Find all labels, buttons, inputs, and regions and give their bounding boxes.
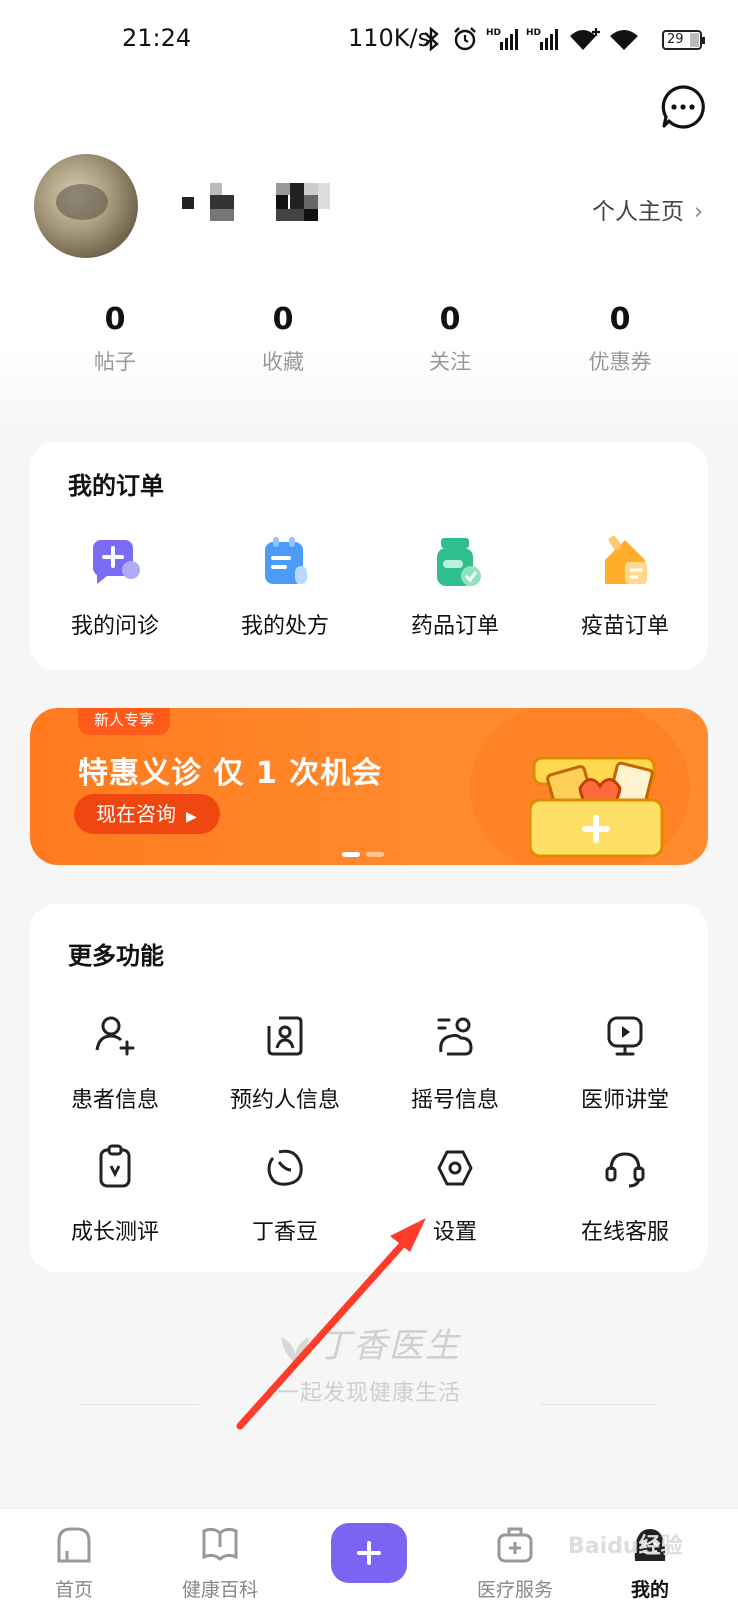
patient-info-icon <box>95 1016 135 1056</box>
signal-hd-icon: HD <box>486 28 518 50</box>
brand-logo-text: 丁香医生 <box>317 1326 461 1366</box>
svg-text:HD: HD <box>526 28 541 38</box>
more-functions-card: 更多功能 患者信息 预约人信息 摇号信息 医师讲堂 成长测评 丁香豆 设置 在线… <box>30 904 708 1272</box>
brand-footer: 丁香医生 一起发现健康生活 <box>0 1318 738 1407</box>
profile-stats: 0 帖子 0 收藏 0 关注 0 优惠券 <box>0 300 738 390</box>
tab-label: 健康百科 <box>181 1579 258 1600</box>
customer-service-icon <box>605 1152 645 1188</box>
doctor-lecture-icon <box>607 1016 643 1056</box>
consult-now-button[interactable]: 现在咨询 ▶ <box>74 794 220 834</box>
cta-label: 现在咨询 <box>96 802 176 826</box>
status-time: 21:24 <box>122 24 192 52</box>
status-bar: 21:24 110K/s HD HD 29 <box>0 18 738 62</box>
chevron-right-icon: › <box>694 199 704 225</box>
func-settings[interactable]: 设置 <box>370 1140 540 1246</box>
personal-homepage-link[interactable]: 个人主页 › <box>592 192 703 226</box>
func-patient-info[interactable]: 患者信息 <box>30 1008 200 1114</box>
battery-fill <box>690 33 699 47</box>
stat-label: 帖子 <box>94 350 136 374</box>
home-icon <box>57 1527 91 1563</box>
stat-coupons[interactable]: 0 优惠券 <box>560 300 680 376</box>
banner-title: 特惠义诊 仅 1 次机会 <box>78 756 383 791</box>
carousel-dot-active[interactable] <box>342 852 360 857</box>
stat-label: 优惠券 <box>588 350 652 374</box>
lottery-info-icon <box>437 1017 473 1056</box>
order-label: 药品订单 <box>410 614 499 639</box>
func-label: 摇号信息 <box>410 1088 499 1113</box>
plus-icon[interactable] <box>331 1523 407 1583</box>
vaccine-icon <box>605 535 647 584</box>
consult-icon <box>93 540 140 584</box>
func-doctor-lecture[interactable]: 医师讲堂 <box>540 1008 710 1114</box>
carousel-dot[interactable] <box>366 852 384 857</box>
growth-assessment-icon <box>99 1144 131 1188</box>
tab-label: 医疗服务 <box>476 1579 553 1600</box>
brand-slogan: 一起发现健康生活 <box>276 1381 461 1406</box>
medicine-icon <box>437 538 481 586</box>
func-appointment-person[interactable]: 预约人信息 <box>200 1008 370 1114</box>
settings-icon <box>437 1150 473 1186</box>
func-label: 预约人信息 <box>229 1088 340 1113</box>
medical-kit-illustration <box>530 756 664 858</box>
order-medicine[interactable]: 药品订单 <box>370 534 540 640</box>
network-speed: 110K/s <box>348 24 431 52</box>
func-label: 在线客服 <box>580 1220 669 1245</box>
encyclopedia-icon <box>202 1527 238 1561</box>
prescription-icon <box>265 537 307 584</box>
stat-label: 关注 <box>429 350 471 374</box>
order-consult[interactable]: 我的问诊 <box>30 534 200 640</box>
card-title: 我的订单 <box>68 472 164 500</box>
battery-indicator: 29 <box>662 30 705 50</box>
brand-logo: 丁香医生 <box>0 1318 738 1367</box>
home-link-label: 个人主页 <box>592 199 684 225</box>
stat-following[interactable]: 0 关注 <box>390 300 510 376</box>
order-label: 疫苗订单 <box>580 614 669 639</box>
promo-banner[interactable]: 新人专享 特惠义诊 仅 1 次机会 现在咨询 ▶ <box>30 708 708 865</box>
order-prescription[interactable]: 我的处方 <box>200 534 370 640</box>
func-label: 设置 <box>432 1220 477 1245</box>
banner-badge: 新人专享 <box>78 708 171 735</box>
wifi-icon <box>610 30 638 50</box>
stat-label: 收藏 <box>262 350 304 374</box>
battery-level: 29 <box>667 32 684 47</box>
watermark: Baidu经验 <box>568 1534 683 1559</box>
medical-service-icon <box>497 1527 533 1563</box>
avatar[interactable] <box>34 154 138 258</box>
appointment-person-icon <box>267 1016 303 1056</box>
stat-value: 0 <box>104 302 126 337</box>
svg-text:HD: HD <box>486 28 501 38</box>
wifi-plus-icon <box>570 28 600 50</box>
func-customer-service[interactable]: 在线客服 <box>540 1140 710 1246</box>
func-growth-assessment[interactable]: 成长测评 <box>30 1140 200 1246</box>
alarm-icon <box>454 27 476 51</box>
avatar-image <box>56 184 108 220</box>
clove-logo-icon <box>281 1336 309 1363</box>
func-clove-bean[interactable]: 丁香豆 <box>200 1140 370 1246</box>
stat-posts[interactable]: 0 帖子 <box>55 300 175 376</box>
stat-value: 0 <box>439 302 461 337</box>
tab-encyclopedia[interactable]: 健康百科 <box>170 1523 270 1600</box>
func-label: 医师讲堂 <box>580 1088 669 1113</box>
stat-value: 0 <box>272 302 294 337</box>
func-label: 成长测评 <box>70 1220 159 1245</box>
stat-favorites[interactable]: 0 收藏 <box>223 300 343 376</box>
order-label: 我的问诊 <box>70 614 159 639</box>
clove-bean-icon <box>267 1149 303 1186</box>
order-label: 我的处方 <box>240 614 329 639</box>
bluetooth-icon <box>424 26 439 52</box>
play-arrow-icon: ▶ <box>186 809 197 825</box>
order-vaccine[interactable]: 疫苗订单 <box>540 534 710 640</box>
tab-home[interactable]: 首页 <box>24 1523 124 1600</box>
tab-label: 我的 <box>630 1579 669 1600</box>
signal-hd-icon-2: HD <box>526 28 558 50</box>
message-icon[interactable] <box>660 84 706 130</box>
func-label: 丁香豆 <box>251 1220 318 1245</box>
card-title: 更多功能 <box>68 942 164 970</box>
func-label: 患者信息 <box>70 1088 159 1113</box>
func-lottery-info[interactable]: 摇号信息 <box>370 1008 540 1114</box>
my-orders-card: 我的订单 我的问诊 我的处方 药品订单 疫苗订单 <box>30 442 708 670</box>
tab-medical-service[interactable]: 医疗服务 <box>465 1523 565 1600</box>
stat-value: 0 <box>609 302 631 337</box>
tab-label: 首页 <box>54 1579 93 1600</box>
